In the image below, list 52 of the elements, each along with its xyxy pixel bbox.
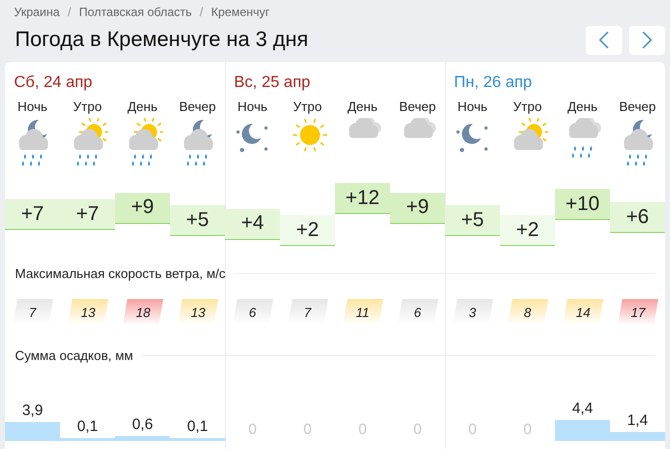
precipitation-value: 3,9 [22, 402, 43, 420]
section-label: Сумма осадков, мм [15, 348, 134, 362]
period-label: Вечер [179, 99, 216, 114]
precipitation-value: 0,1 [187, 418, 208, 435]
period-label: Ночь [458, 99, 488, 114]
wind-speed-badge: 13 [177, 299, 218, 325]
day-label: Пн, 26 апр [453, 74, 532, 92]
temperature-value: +7 [21, 202, 44, 226]
day-label: Вс, 25 апр [233, 74, 310, 92]
period-label: Утро [293, 99, 322, 114]
period-label: Вечер [619, 99, 656, 114]
section-label: Максимальная скорость ветра, м/с [15, 266, 226, 280]
precipitation-value: 4,4 [572, 400, 593, 418]
period-label: Утро [513, 99, 542, 114]
page-title: Погода в Кременчуге на 3 дня [15, 28, 310, 52]
temperature-value: +7 [76, 202, 99, 226]
wind-speed-badge: 8 [507, 299, 548, 325]
breadcrumb-link[interactable]: Полтавская область [79, 5, 192, 19]
temperature-value: +9 [406, 196, 429, 220]
breadcrumb-link[interactable]: Кременчуг [211, 5, 270, 19]
precipitation-value: 0,1 [77, 418, 98, 435]
temperature-value: +10 [566, 192, 600, 216]
precipitation-value: 1,4 [627, 412, 648, 430]
wind-speed-badge: 17 [617, 299, 658, 325]
period-label: День [128, 99, 158, 114]
previous-button[interactable] [586, 26, 622, 54]
period-label: Ночь [18, 99, 48, 114]
period-label: Утро [73, 99, 102, 114]
wind-speed-badge: 13 [67, 299, 108, 325]
temperature-value: +2 [516, 218, 539, 242]
temperature-value: +5 [186, 208, 209, 232]
temperature-value: +2 [296, 218, 319, 242]
wind-speed-badge: 11 [342, 299, 383, 325]
day-label: Сб, 24 апр [13, 74, 92, 92]
chevron-right-icon [642, 31, 652, 49]
breadcrumb-link[interactable]: Украина [14, 5, 60, 19]
temperature-value: +9 [131, 196, 154, 220]
period-label: Ночь [238, 99, 268, 114]
temperature-value: +4 [241, 212, 264, 236]
temperature-value: +12 [346, 186, 380, 210]
period-label: День [348, 99, 378, 114]
breadcrumb-separator: / [200, 5, 204, 19]
temperature-value: +5 [461, 208, 484, 232]
precipitation-value: 0,6 [132, 416, 153, 433]
period-label: День [568, 99, 598, 114]
wind-speed-badge: 14 [562, 299, 603, 325]
breadcrumb-separator: / [68, 5, 72, 19]
period-label: Вечер [399, 99, 436, 114]
chevron-left-icon [599, 31, 609, 49]
wind-speed-badge: 18 [122, 299, 163, 325]
temperature-value: +6 [626, 206, 649, 229]
next-button[interactable] [629, 26, 665, 54]
